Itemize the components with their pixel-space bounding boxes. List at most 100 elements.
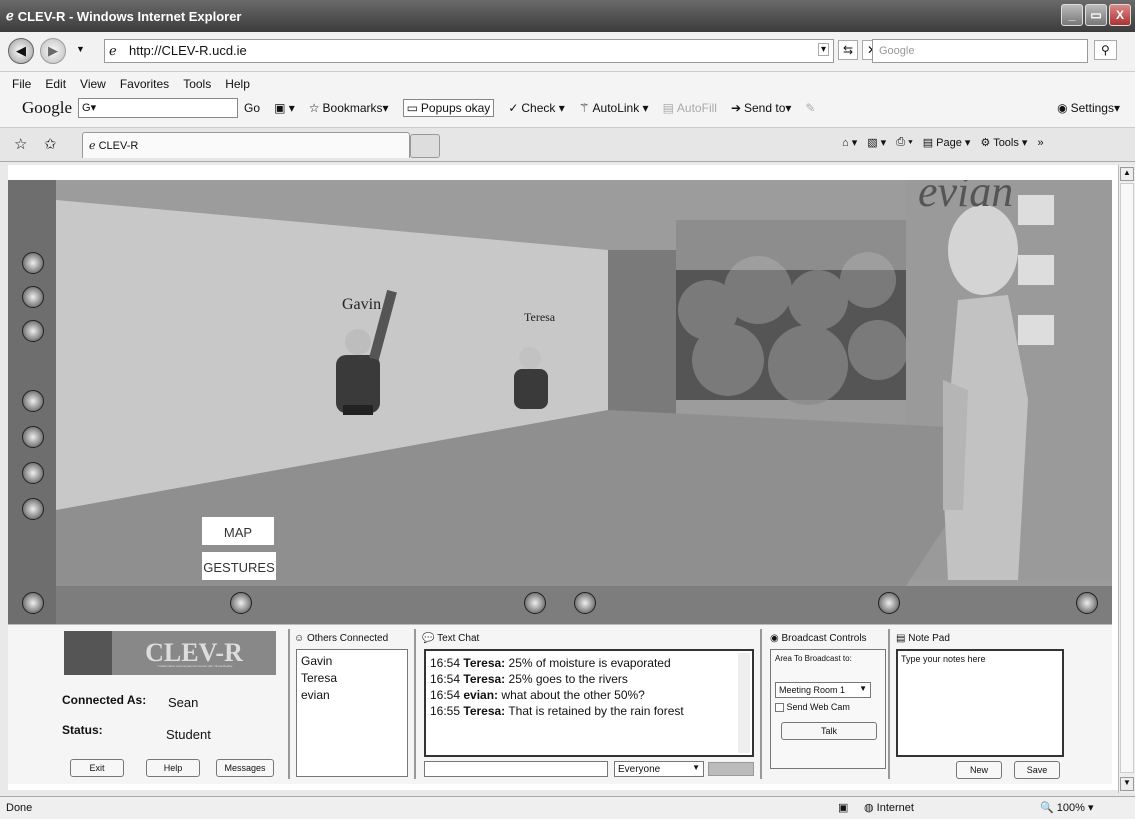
toolbar-options-icon[interactable]: ▣ ▾ [274,101,295,115]
chat-input[interactable] [424,761,608,777]
chevron-down-icon: ▼ [859,684,867,693]
help-button[interactable]: Help [146,759,200,777]
scroll-down-icon[interactable]: ▼ [1120,777,1134,791]
rotate-control-icon[interactable] [22,390,44,412]
messages-button[interactable]: Messages [216,759,274,777]
address-bar[interactable]: ℯ http://CLEV-R.ucd.ie ▾ [104,39,834,63]
protected-mode-icon[interactable]: ▣ [838,801,848,814]
popups-button[interactable]: ▭ Popups okay [402,99,495,117]
chat-line: 16:54 evian: what about the other 50%? [430,687,748,703]
divider [288,629,290,779]
internet-zone: ◍ Internet [864,801,914,814]
evian-wall-text: evian [918,180,1014,216]
refresh-icon[interactable]: ⇆ [838,40,859,60]
notepad-textarea[interactable]: Type your notes here [896,649,1064,757]
talk-button[interactable]: Talk [781,722,877,740]
scroll-up-icon[interactable]: ▲ [1120,167,1134,181]
others-item[interactable]: Gavin [301,654,403,668]
chevron-down-icon: ▼ [692,763,700,772]
notepad-icon: ▤ [896,633,906,644]
minimize-button[interactable]: _ [1061,4,1083,26]
exit-button[interactable]: Exit [70,759,124,777]
back-icon[interactable]: ◀ [8,38,34,64]
virtual-world-view[interactable]: Gavin Teresa evian MAP GESTURES [8,180,1112,624]
window-title: CLEV-R - Windows Internet Explorer [17,8,242,24]
tab-clevr[interactable]: ℯ CLEV-R [82,132,410,158]
settings-button[interactable]: ◉ Settings▾ [1057,101,1120,115]
print-icon[interactable]: ⎙ ▾ [896,136,912,149]
pan-control-icon[interactable] [22,462,44,484]
history-dropdown-icon[interactable]: ▼ [76,44,85,54]
clevr-logo: CLEV-R [64,631,276,675]
previous-arrow-icon[interactable] [524,592,546,614]
close-button[interactable]: X [1109,4,1131,26]
view-control-1-icon[interactable] [22,252,44,274]
autolink-label: AutoLink ▾ [592,101,649,115]
scroll-thumb[interactable] [1120,183,1134,773]
home-icon[interactable]: ⌂ ▾ [842,136,857,149]
search-icon[interactable]: ⚲ [1094,40,1117,60]
add-favorites-icon[interactable]: ✩ [44,135,57,153]
scene-render [8,180,1112,624]
view-control-3-icon[interactable] [22,320,44,342]
bookmarks-button[interactable]: ☆ Bookmarks▾ [309,101,389,115]
autofill-button[interactable]: ▤ AutoFill [663,101,717,115]
save-note-button[interactable]: Save [1014,761,1060,779]
highlighter-icon[interactable]: ✎ [805,101,815,115]
broadcast-room-select[interactable]: Meeting Room 1 ▼ [775,682,871,698]
chat-sender: Teresa: [463,704,506,718]
next-arrow-icon[interactable] [574,592,596,614]
chat-time: 16:54 [430,672,461,686]
check-button[interactable]: ✓ Check ▾ [508,101,564,115]
zoom-level[interactable]: 🔍 100% ▾ [1040,801,1093,814]
gestures-button[interactable]: GESTURES [202,552,276,580]
new-note-button[interactable]: New [956,761,1002,779]
chat-log[interactable]: 16:54 Teresa: 25% of moisture is evapora… [424,649,754,757]
google-go-button[interactable]: Go [244,101,260,115]
menu-edit[interactable]: Edit [45,77,66,91]
map-button[interactable]: MAP [202,517,274,545]
others-list[interactable]: Gavin Teresa evian [296,649,408,777]
stop-view-icon[interactable] [1076,592,1098,614]
tab-page-icon: ℯ [89,140,96,152]
menu-file[interactable]: File [12,77,31,91]
webcam-checkbox[interactable]: Send Web Cam [775,702,850,713]
view-control-2-icon[interactable] [22,286,44,308]
send-button[interactable] [708,762,754,776]
page-menu[interactable]: ▤ Page ▾ [923,136,971,149]
send-icon: ➔ [730,101,741,115]
avatar-control-icon[interactable] [230,592,252,614]
tools-menu[interactable]: ⚙ Tools ▾ [980,136,1027,149]
overflow-chevron-icon[interactable]: » [1037,137,1043,149]
move-control-icon[interactable] [22,426,44,448]
google-search-input[interactable]: G▾ [78,98,239,118]
sendto-button[interactable]: ➔ Send to▾ [731,101,791,115]
star-icon: ☆ [308,101,320,115]
menu-help[interactable]: Help [225,77,250,91]
forward-icon[interactable]: ▶ [40,38,66,64]
chat-target-select[interactable]: Everyone ▼ [614,761,704,777]
avatar-evian[interactable] [943,205,1028,580]
new-tab-button[interactable] [410,134,440,158]
status-value: Student [166,727,211,742]
address-dropdown-icon[interactable]: ▾ [817,43,829,56]
favorites-star-icon[interactable]: ☆ [14,135,27,153]
address-row: ◀ ▶ ▼ ℯ http://CLEV-R.ucd.ie ▾ ⇆ ✕ Googl… [0,32,1135,72]
page-scrollbar[interactable]: ▲ ▼ [1118,165,1135,793]
feeds-icon[interactable]: ▧ ▾ [867,136,886,149]
settings-control-icon[interactable] [22,592,44,614]
menu-favorites[interactable]: Favorites [120,77,169,91]
zoom-icon: 🔍 [1040,802,1054,814]
menu-tools[interactable]: Tools [183,77,211,91]
others-item[interactable]: evian [301,688,403,702]
menu-view[interactable]: View [80,77,106,91]
zoom-control-icon[interactable] [22,498,44,520]
sendto-label: Send to▾ [744,101,792,115]
search-input[interactable]: Google [872,39,1088,63]
autolink-button[interactable]: ⚚ AutoLink ▾ [579,101,649,115]
refresh-view-icon[interactable] [878,592,900,614]
maximize-button[interactable]: ▭ [1085,4,1107,26]
chat-scrollbar[interactable] [738,653,750,753]
others-item[interactable]: Teresa [301,671,403,685]
globe-icon: ◍ [864,802,874,814]
